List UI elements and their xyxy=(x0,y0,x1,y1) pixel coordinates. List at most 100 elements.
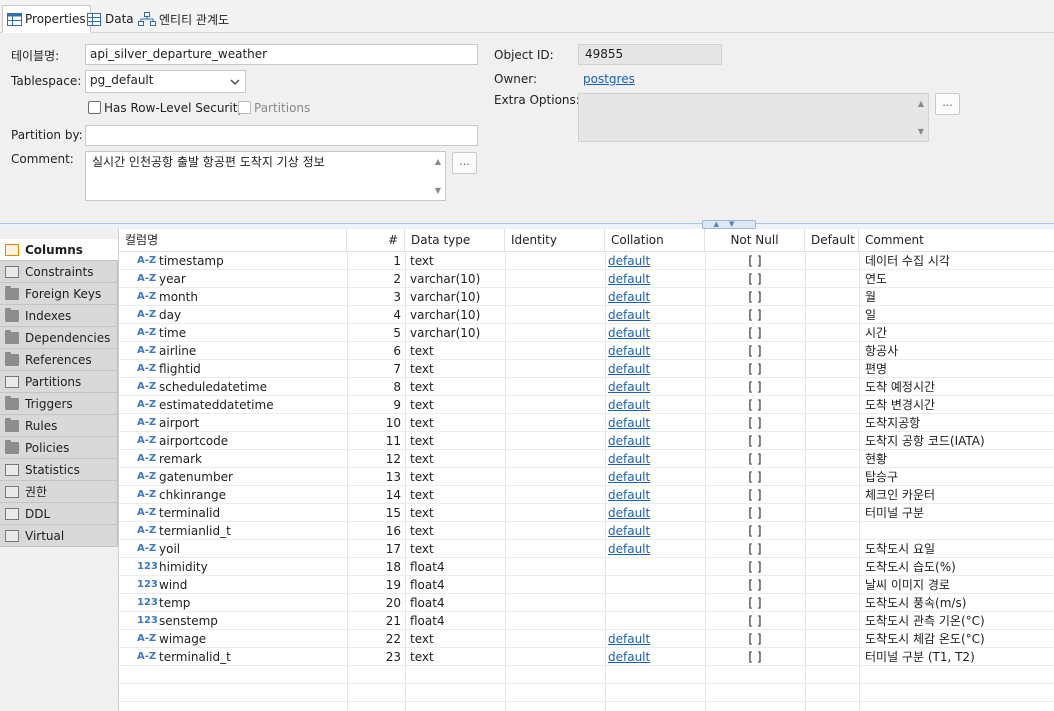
owner-link[interactable]: postgres xyxy=(583,72,635,86)
table-row[interactable]: A-Z time 5 varchar(10) default[ ] 시간 xyxy=(119,324,1054,342)
collation-link[interactable]: default xyxy=(608,432,703,450)
column-header-default[interactable]: Default xyxy=(805,229,859,252)
table-row[interactable]: A-Z flightid 7 text default[ ] 편명 xyxy=(119,360,1054,378)
column-header-number[interactable]: # xyxy=(347,229,405,252)
table-row[interactable]: A-Z remark 12 text default[ ] 현황 xyxy=(119,450,1054,468)
not-null-cell[interactable]: [ ] xyxy=(705,324,805,342)
comment-scrollbar[interactable]: ▲ ▼ xyxy=(433,154,443,198)
collation-link[interactable]: default xyxy=(608,468,703,486)
extra-options-edit-button[interactable]: ... xyxy=(935,93,960,115)
collation-link[interactable]: default xyxy=(608,360,703,378)
column-header-name[interactable]: 컬럼명 xyxy=(119,229,347,252)
collation-link[interactable]: default xyxy=(608,504,703,522)
table-row[interactable]: A-Z airline 6 text default[ ] 항공사 xyxy=(119,342,1054,360)
column-header-identity[interactable]: Identity xyxy=(505,229,605,252)
tab-partitions[interactable]: Partitions xyxy=(0,371,118,393)
table-row[interactable]: A-Z year 2 varchar(10) default[ ] 연도 xyxy=(119,270,1054,288)
collation-link[interactable]: default xyxy=(608,342,703,360)
table-row[interactable]: A-Z airport 10 text default[ ] 도착지공항 xyxy=(119,414,1054,432)
collation-link[interactable]: default xyxy=(608,270,703,288)
not-null-cell[interactable]: [ ] xyxy=(705,594,805,612)
not-null-cell[interactable]: [ ] xyxy=(705,522,805,540)
column-header-collation[interactable]: Collation xyxy=(605,229,705,252)
not-null-cell[interactable]: [ ] xyxy=(705,306,805,324)
collation-link[interactable]: default xyxy=(608,450,703,468)
not-null-cell[interactable]: [ ] xyxy=(705,378,805,396)
tab-data[interactable]: Data xyxy=(83,5,138,33)
tab-constraints[interactable]: Constraints xyxy=(0,261,118,283)
tab-권한[interactable]: 권한 xyxy=(0,481,118,503)
comment-edit-button[interactable]: ... xyxy=(452,152,477,174)
not-null-cell[interactable]: [ ] xyxy=(705,540,805,558)
table-row[interactable]: A-Z yoil 17 text default[ ] 도착도시 요일 xyxy=(119,540,1054,558)
table-name-field[interactable]: api_silver_departure_weather xyxy=(85,44,478,65)
not-null-cell[interactable]: [ ] xyxy=(705,648,805,666)
tab-ddl[interactable]: DDL xyxy=(0,503,118,525)
collation-link[interactable]: default xyxy=(608,288,703,306)
rls-checkbox[interactable] xyxy=(88,101,101,114)
collation-link[interactable]: default xyxy=(608,540,703,558)
collation-link[interactable]: default xyxy=(608,306,703,324)
tab-policies[interactable]: Policies xyxy=(0,437,118,459)
table-row[interactable]: 123 himidity 18 float4 [ ] 도착도시 습도(%) xyxy=(119,558,1054,576)
collation-link[interactable]: default xyxy=(608,252,703,270)
collation-link[interactable]: default xyxy=(608,648,703,666)
column-header-data-type[interactable]: Data type xyxy=(405,229,505,252)
tab-foreign-keys[interactable]: Foreign Keys xyxy=(0,283,118,305)
table-row[interactable]: A-Z month 3 varchar(10) default[ ] 월 xyxy=(119,288,1054,306)
not-null-cell[interactable]: [ ] xyxy=(705,468,805,486)
table-row[interactable]: A-Z scheduledatetime 8 text default[ ] 도착 예정시… xyxy=(119,378,1054,396)
collation-link[interactable]: default xyxy=(608,414,703,432)
not-null-cell[interactable]: [ ] xyxy=(705,414,805,432)
column-header-not-null[interactable]: Not Null xyxy=(705,229,805,252)
tab-virtual[interactable]: Virtual xyxy=(0,525,118,547)
tab-references[interactable]: References xyxy=(0,349,118,371)
collation-link[interactable]: default xyxy=(608,630,703,648)
table-row[interactable]: A-Z terminalid_t 23 text default[ ] 터미널 구분 (T… xyxy=(119,648,1054,666)
not-null-cell[interactable]: [ ] xyxy=(705,612,805,630)
partition-by-field[interactable] xyxy=(85,125,478,146)
collation-link[interactable]: default xyxy=(608,522,703,540)
table-row[interactable]: A-Z terminalid 15 text default[ ] 터미널 구분 xyxy=(119,504,1054,522)
collation-link[interactable]: default xyxy=(608,378,703,396)
tab-dependencies[interactable]: Dependencies xyxy=(0,327,118,349)
not-null-cell[interactable]: [ ] xyxy=(705,432,805,450)
not-null-cell[interactable]: [ ] xyxy=(705,342,805,360)
not-null-cell[interactable]: [ ] xyxy=(705,270,805,288)
collation-link[interactable]: default xyxy=(608,324,703,342)
not-null-cell[interactable]: [ ] xyxy=(705,252,805,270)
not-null-cell[interactable]: [ ] xyxy=(705,504,805,522)
table-row[interactable]: A-Z termianlid_t 16 text default[ ] xyxy=(119,522,1054,540)
table-row[interactable]: 123 temp 20 float4 [ ] 도착도시 풍속(m/s) xyxy=(119,594,1054,612)
table-row[interactable]: A-Z timestamp 1 text default[ ] 데이터 수집 시각 xyxy=(119,252,1054,270)
tab-statistics[interactable]: Statistics xyxy=(0,459,118,481)
tab-er-diagram[interactable]: 엔티티 관계도 xyxy=(134,5,233,33)
object-id-field[interactable]: 49855 xyxy=(578,44,722,65)
table-row[interactable]: A-Z day 4 varchar(10) default[ ] 일 xyxy=(119,306,1054,324)
not-null-cell[interactable]: [ ] xyxy=(705,360,805,378)
not-null-cell[interactable]: [ ] xyxy=(705,288,805,306)
table-row[interactable]: A-Z wimage 22 text default[ ] 도착도시 체감 온도(°C) xyxy=(119,630,1054,648)
table-row[interactable]: A-Z chkinrange 14 text default[ ] 체크인 카운터 xyxy=(119,486,1054,504)
tab-indexes[interactable]: Indexes xyxy=(0,305,118,327)
partitions-checkbox[interactable] xyxy=(238,101,251,114)
columns-grid[interactable]: 컬럼명 # Data type Identity Collation Not Null De… xyxy=(118,229,1054,711)
not-null-cell[interactable]: [ ] xyxy=(705,396,805,414)
not-null-cell[interactable]: [ ] xyxy=(705,630,805,648)
collation-link[interactable]: default xyxy=(608,486,703,504)
not-null-cell[interactable]: [ ] xyxy=(705,576,805,594)
tab-columns[interactable]: Columns xyxy=(0,239,118,261)
tab-triggers[interactable]: Triggers xyxy=(0,393,118,415)
table-row[interactable]: 123 senstemp 21 float4 [ ] 도착도시 관측 기온(°C) xyxy=(119,612,1054,630)
not-null-cell[interactable]: [ ] xyxy=(705,486,805,504)
table-row[interactable]: A-Z airportcode 11 text default[ ] 도착지 공항 코드(… xyxy=(119,432,1054,450)
extra-options-scrollbar[interactable]: ▲ ▼ xyxy=(916,96,926,139)
tab-rules[interactable]: Rules xyxy=(0,415,118,437)
not-null-cell[interactable]: [ ] xyxy=(705,450,805,468)
comment-field[interactable]: 실시간 인천공항 출발 항공편 도착지 기상 정보 ▲ ▼ xyxy=(85,151,446,201)
table-row[interactable]: A-Z gatenumber 13 text default[ ] 탑승구 xyxy=(119,468,1054,486)
extra-options-field[interactable]: ▲ ▼ xyxy=(578,93,929,142)
collation-link[interactable]: default xyxy=(608,396,703,414)
not-null-cell[interactable]: [ ] xyxy=(705,558,805,576)
splitter-handle[interactable]: ▲▼ xyxy=(702,220,756,229)
